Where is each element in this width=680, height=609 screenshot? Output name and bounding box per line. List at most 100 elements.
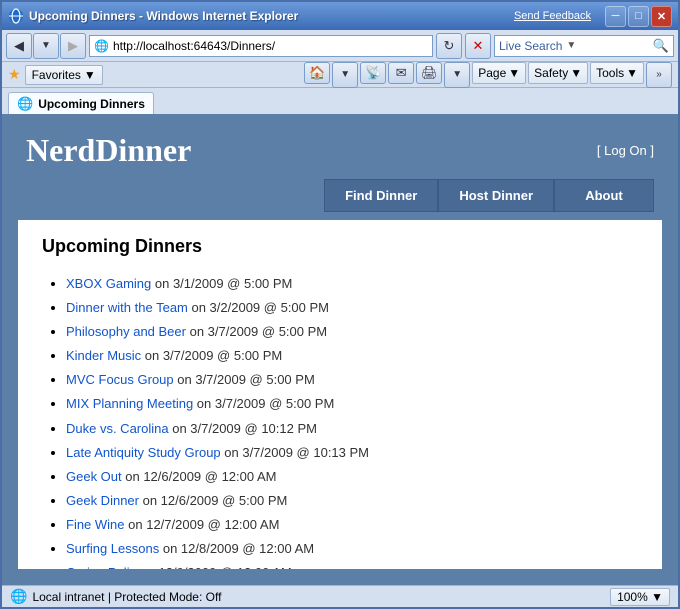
dinner-meta: on 3/7/2009 @ 5:00 PM <box>141 348 282 363</box>
dinner-meta: on 12/8/2009 @ 12:00 AM <box>159 541 314 556</box>
list-item: Curing Polio on 12/9/2009 @ 12:00 AM <box>66 562 638 569</box>
tab-bar: 🌐 Upcoming Dinners <box>2 88 678 114</box>
list-item: XBOX Gaming on 3/1/2009 @ 5:00 PM <box>66 273 638 295</box>
title-bar: Upcoming Dinners - Windows Internet Expl… <box>2 2 678 30</box>
dinner-link[interactable]: MIX Planning Meeting <box>66 396 193 411</box>
back-button[interactable]: ◀ <box>6 33 32 59</box>
safety-label: Safety <box>534 66 568 80</box>
dinner-link[interactable]: Dinner with the Team <box>66 300 188 315</box>
zoom-arrow-icon: ▼ <box>651 590 663 604</box>
list-item: Dinner with the Team on 3/2/2009 @ 5:00 … <box>66 297 638 319</box>
site-nav: Find Dinner Host Dinner About <box>10 179 670 212</box>
dinner-link[interactable]: Late Antiquity Study Group <box>66 445 221 460</box>
restore-button[interactable]: □ <box>628 6 649 27</box>
host-dinner-button[interactable]: Host Dinner <box>438 179 554 212</box>
about-button[interactable]: About <box>554 179 654 212</box>
zoom-button[interactable]: 100% ▼ <box>610 588 670 606</box>
tools-arrow-icon: ▼ <box>626 66 638 80</box>
dinner-link[interactable]: Surfing Lessons <box>66 541 159 556</box>
more-tools-button[interactable]: » <box>646 62 672 88</box>
ie-address-icon: 🌐 <box>94 39 109 53</box>
dinner-link[interactable]: Fine Wine <box>66 517 125 532</box>
favorites-arrow-icon: ▼ <box>84 68 96 82</box>
safety-arrow-icon: ▼ <box>570 66 582 80</box>
window-title: Upcoming Dinners - Windows Internet Expl… <box>29 9 298 23</box>
dinner-meta: on 12/7/2009 @ 12:00 AM <box>125 517 280 532</box>
favorites-label: Favorites <box>32 68 81 82</box>
home-arrow[interactable]: ▼ <box>332 62 358 88</box>
url-text: http://localhost:64643/Dinners/ <box>113 39 275 53</box>
page-label: Page <box>478 66 506 80</box>
status-zone: Local intranet | Protected Mode: Off <box>32 590 221 604</box>
search-dropdown-icon[interactable]: ▼ <box>566 40 576 51</box>
list-item: MVC Focus Group on 3/7/2009 @ 5:00 PM <box>66 369 638 391</box>
list-item: Geek Out on 12/6/2009 @ 12:00 AM <box>66 466 638 488</box>
page-button[interactable]: Page ▼ <box>472 62 526 84</box>
list-item: Duke vs. Carolina on 3/7/2009 @ 10:12 PM <box>66 418 638 440</box>
dinner-meta: on 3/2/2009 @ 5:00 PM <box>188 300 329 315</box>
dinner-meta: on 12/6/2009 @ 12:00 AM <box>122 469 277 484</box>
dinner-link[interactable]: Curing Polio <box>66 565 137 569</box>
feeds-button[interactable]: 📡 <box>360 62 386 84</box>
dinner-meta: on 3/7/2009 @ 10:12 PM <box>169 421 317 436</box>
find-dinner-label: Find Dinner <box>345 188 417 203</box>
list-item: Kinder Music on 3/7/2009 @ 5:00 PM <box>66 345 638 367</box>
dinner-meta: on 3/1/2009 @ 5:00 PM <box>151 276 292 291</box>
dinner-list: XBOX Gaming on 3/1/2009 @ 5:00 PMDinner … <box>42 273 638 569</box>
tools-label: Tools <box>596 66 624 80</box>
home-button[interactable]: 🏠 <box>304 62 330 84</box>
dinner-meta: on 3/7/2009 @ 10:13 PM <box>221 445 369 460</box>
dinner-link[interactable]: XBOX Gaming <box>66 276 151 291</box>
stop-button[interactable]: ✕ <box>465 33 491 59</box>
favorites-button[interactable]: Favorites ▼ <box>25 65 103 85</box>
dinner-link[interactable]: MVC Focus Group <box>66 372 174 387</box>
dinner-link[interactable]: Kinder Music <box>66 348 141 363</box>
address-box[interactable]: 🌐 http://localhost:64643/Dinners/ <box>89 35 433 57</box>
find-dinner-button[interactable]: Find Dinner <box>324 179 438 212</box>
list-item: Fine Wine on 12/7/2009 @ 12:00 AM <box>66 514 638 536</box>
dinner-link[interactable]: Geek Dinner <box>66 493 139 508</box>
list-item: Late Antiquity Study Group on 3/7/2009 @… <box>66 442 638 464</box>
dinner-link[interactable]: Philosophy and Beer <box>66 324 186 339</box>
mail-button[interactable]: ✉ <box>388 62 414 84</box>
content-area: NerdDinner [ Log On ] Find Dinner Host D… <box>2 114 678 585</box>
site-header: NerdDinner [ Log On ] <box>10 122 670 179</box>
list-item: MIX Planning Meeting on 3/7/2009 @ 5:00 … <box>66 393 638 415</box>
page-arrow-icon: ▼ <box>508 66 520 80</box>
main-content-box: Upcoming Dinners XBOX Gaming on 3/1/2009… <box>18 220 662 569</box>
dinner-meta: on 12/9/2009 @ 12:00 AM <box>137 565 292 569</box>
print-button[interactable]: 🖨 <box>416 62 442 84</box>
log-on-link[interactable]: [ Log On ] <box>597 143 654 158</box>
minimize-button[interactable]: ─ <box>605 6 626 27</box>
dinner-meta: on 3/7/2009 @ 5:00 PM <box>174 372 315 387</box>
live-search-label: Live Search <box>499 39 562 53</box>
back-arrow[interactable]: ▼ <box>33 33 59 59</box>
dinner-meta: on 3/7/2009 @ 5:00 PM <box>186 324 327 339</box>
tab-label: Upcoming Dinners <box>38 97 145 111</box>
tab-upcoming-dinners[interactable]: 🌐 Upcoming Dinners <box>8 92 154 114</box>
tools-button[interactable]: Tools ▼ <box>590 62 644 84</box>
status-bar: 🌐 Local intranet | Protected Mode: Off 1… <box>2 585 678 607</box>
print-arrow[interactable]: ▼ <box>444 62 470 88</box>
close-button[interactable]: ✕ <box>651 6 672 27</box>
list-item: Philosophy and Beer on 3/7/2009 @ 5:00 P… <box>66 321 638 343</box>
forward-button[interactable]: ▶ <box>60 33 86 59</box>
dinner-meta: on 3/7/2009 @ 5:00 PM <box>193 396 334 411</box>
list-item: Surfing Lessons on 12/8/2009 @ 12:00 AM <box>66 538 638 560</box>
tab-ie-icon: 🌐 <box>17 96 33 112</box>
host-dinner-label: Host Dinner <box>459 188 533 203</box>
refresh-button[interactable]: ↻ <box>436 33 462 59</box>
page-heading: Upcoming Dinners <box>42 236 638 257</box>
status-globe-icon: 🌐 <box>10 588 27 605</box>
zoom-label: 100% <box>617 590 648 604</box>
address-bar: ◀ ▼ ▶ 🌐 http://localhost:64643/Dinners/ … <box>2 30 678 62</box>
send-feedback-link[interactable]: Send Feedback <box>514 10 591 22</box>
ie-icon <box>8 8 24 24</box>
favorites-bar: ★ Favorites ▼ 🏠 ▼ 📡 ✉ 🖨 ▼ Page ▼ Safety … <box>2 62 678 88</box>
list-item: Geek Dinner on 12/6/2009 @ 5:00 PM <box>66 490 638 512</box>
dinner-link[interactable]: Duke vs. Carolina <box>66 421 169 436</box>
safety-button[interactable]: Safety ▼ <box>528 62 588 84</box>
dinner-meta: on 12/6/2009 @ 5:00 PM <box>139 493 287 508</box>
search-go-icon[interactable]: 🔍 <box>653 38 669 54</box>
dinner-link[interactable]: Geek Out <box>66 469 122 484</box>
